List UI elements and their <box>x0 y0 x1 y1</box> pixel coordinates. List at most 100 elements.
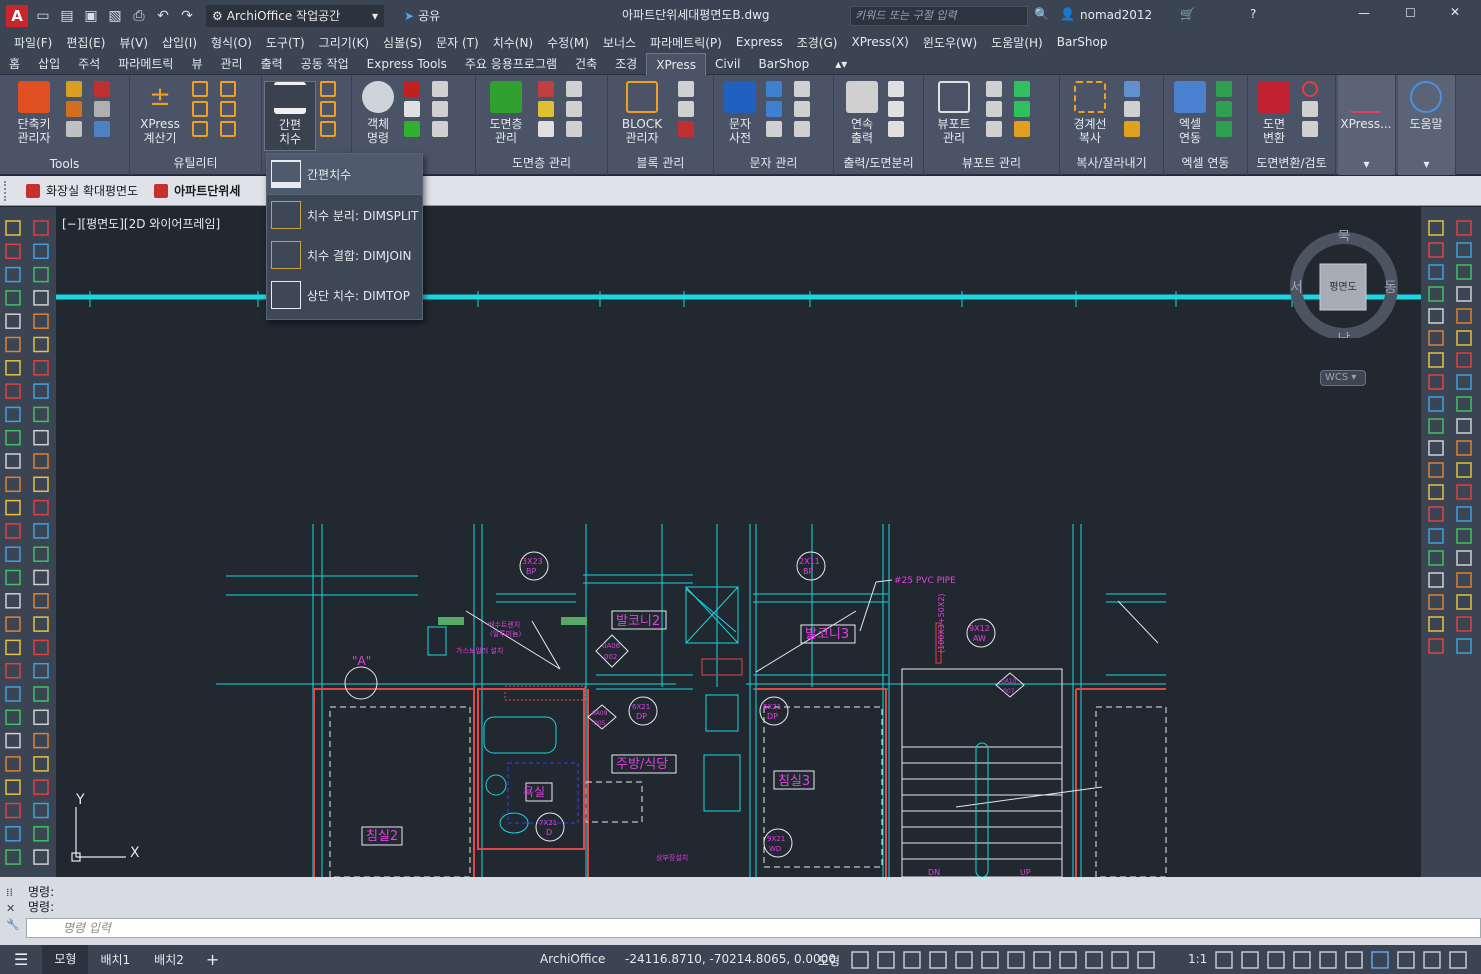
tool-icon[interactable] <box>1428 374 1444 390</box>
application-menu-button[interactable]: A <box>6 4 28 27</box>
tool-icon[interactable] <box>1456 572 1472 588</box>
save-icon[interactable]: ▣ <box>82 7 100 25</box>
status-toggle-icon[interactable] <box>1215 951 1233 969</box>
tool-icon[interactable] <box>1456 484 1472 500</box>
tool-icon[interactable] <box>1302 81 1318 97</box>
tool-icon[interactable] <box>1302 121 1318 137</box>
tool-icon[interactable] <box>33 849 49 865</box>
tool-icon[interactable] <box>33 476 49 493</box>
status-toggle-icon[interactable] <box>1007 951 1025 969</box>
tool-icon[interactable] <box>1456 638 1472 654</box>
tool-icon[interactable] <box>1456 418 1472 434</box>
tool-icon[interactable] <box>1456 440 1472 456</box>
dropdown-item[interactable]: 치수 분리: DIMSPLIT <box>267 195 422 235</box>
ribbon-tab[interactable]: 뷰 <box>182 53 211 75</box>
tool-icon[interactable] <box>1456 528 1472 544</box>
tool-icon[interactable] <box>94 121 110 137</box>
tool-icon[interactable] <box>1456 594 1472 610</box>
menu-item[interactable]: BarShop <box>1057 35 1108 49</box>
file-tab[interactable]: 화장실 확대평면도 <box>18 177 146 205</box>
menu-item[interactable]: 파라메트릭(P) <box>650 34 722 51</box>
tool-icon[interactable] <box>566 121 582 137</box>
ribbon-tab-active[interactable]: XPress <box>646 52 707 75</box>
status-toggle-icon[interactable] <box>877 951 895 969</box>
menu-item[interactable]: 심볼(S) <box>383 34 422 51</box>
tool-icon[interactable] <box>5 826 21 842</box>
tool-icon[interactable] <box>33 406 49 423</box>
tool-icon[interactable] <box>5 756 21 772</box>
status-toggle-icon[interactable] <box>1293 951 1311 969</box>
status-toggle-icon[interactable] <box>1085 951 1103 969</box>
tool-icon[interactable] <box>220 81 236 97</box>
tool-icon[interactable] <box>1428 418 1444 434</box>
tool-icon[interactable] <box>432 101 448 117</box>
tool-icon[interactable] <box>538 121 554 137</box>
tool-icon[interactable] <box>1124 81 1140 97</box>
tool-icon[interactable] <box>33 336 49 353</box>
tool-icon[interactable] <box>5 429 21 446</box>
tool-icon[interactable] <box>888 81 904 97</box>
cart-icon[interactable]: 🛒 <box>1180 7 1195 21</box>
ribbon-tab[interactable]: 조경 <box>606 53 646 75</box>
user-name[interactable]: nomad2012 <box>1080 8 1152 22</box>
tool-icon[interactable] <box>1456 506 1472 522</box>
status-toggle-icon[interactable] <box>1345 951 1363 969</box>
tool-icon[interactable] <box>1456 308 1472 324</box>
tool-icon[interactable] <box>1216 121 1232 137</box>
tool-icon[interactable] <box>404 121 420 137</box>
dropdown-item[interactable]: 상단 치수: DIMTOP <box>267 275 422 315</box>
tool-icon[interactable] <box>94 101 110 117</box>
menu-item[interactable]: 편집(E) <box>66 34 105 51</box>
tool-icon[interactable] <box>5 360 21 376</box>
tool-icon[interactable] <box>5 546 21 562</box>
help-icon[interactable]: ? <box>1250 7 1256 21</box>
tool-icon[interactable] <box>986 121 1002 137</box>
tool-icon[interactable] <box>432 81 448 97</box>
tool-icon[interactable] <box>5 220 21 236</box>
tool-icon[interactable] <box>538 101 554 117</box>
tool-icon[interactable] <box>1428 220 1444 236</box>
save-as-icon[interactable]: ▧ <box>106 7 124 25</box>
tool-icon[interactable] <box>220 121 236 137</box>
menu-item[interactable]: 보너스 <box>603 34 636 51</box>
status-toggle-icon[interactable] <box>1319 951 1337 969</box>
tool-icon[interactable] <box>66 121 82 137</box>
help-button[interactable]: 도움말 <box>1400 81 1452 131</box>
tool-icon[interactable] <box>5 569 21 586</box>
status-toggle-icon[interactable] <box>1137 951 1155 969</box>
tool-icon[interactable] <box>220 101 236 117</box>
viewport-manager-button[interactable]: 뷰포트 관리 <box>928 81 980 145</box>
tool-icon[interactable] <box>33 686 49 702</box>
tool-icon[interactable] <box>5 709 21 726</box>
tool-icon[interactable] <box>794 101 810 117</box>
search-icon[interactable]: 🔍 <box>1034 7 1049 21</box>
new-file-icon[interactable]: ▭ <box>34 7 52 25</box>
command-input[interactable]: 명령 입력 <box>26 918 1481 938</box>
tool-icon[interactable] <box>5 266 21 283</box>
tool-icon[interactable] <box>1428 308 1444 324</box>
menu-item[interactable]: 파일(F) <box>14 34 52 51</box>
tool-icon[interactable] <box>1428 286 1444 302</box>
tool-icon[interactable] <box>33 313 49 329</box>
left-tool-icons[interactable] <box>0 207 56 877</box>
right-tool-icons[interactable] <box>1421 207 1481 877</box>
tool-icon[interactable] <box>33 523 49 539</box>
status-toggle-icon[interactable] <box>851 951 869 969</box>
tool-icon[interactable] <box>33 499 49 516</box>
tool-icon[interactable] <box>888 101 904 117</box>
batch-plot-button[interactable]: 연속 출력 <box>836 81 888 145</box>
menu-item[interactable]: 도움말(H) <box>991 34 1043 51</box>
tool-icon[interactable] <box>1216 81 1232 97</box>
chevron-down-icon[interactable]: ▾ <box>1398 157 1455 171</box>
tool-icon[interactable] <box>1456 616 1472 632</box>
tool-icon[interactable] <box>5 616 21 632</box>
tool-icon[interactable] <box>33 429 49 446</box>
tool-icon[interactable] <box>33 616 49 632</box>
tool-icon[interactable] <box>5 383 21 399</box>
tool-icon[interactable] <box>1216 101 1232 117</box>
tool-icon[interactable] <box>33 383 49 399</box>
tool-icon[interactable] <box>33 266 49 283</box>
status-toggle-icons[interactable] <box>848 948 1481 972</box>
tool-icon[interactable] <box>986 81 1002 97</box>
tool-icon[interactable] <box>5 639 21 656</box>
